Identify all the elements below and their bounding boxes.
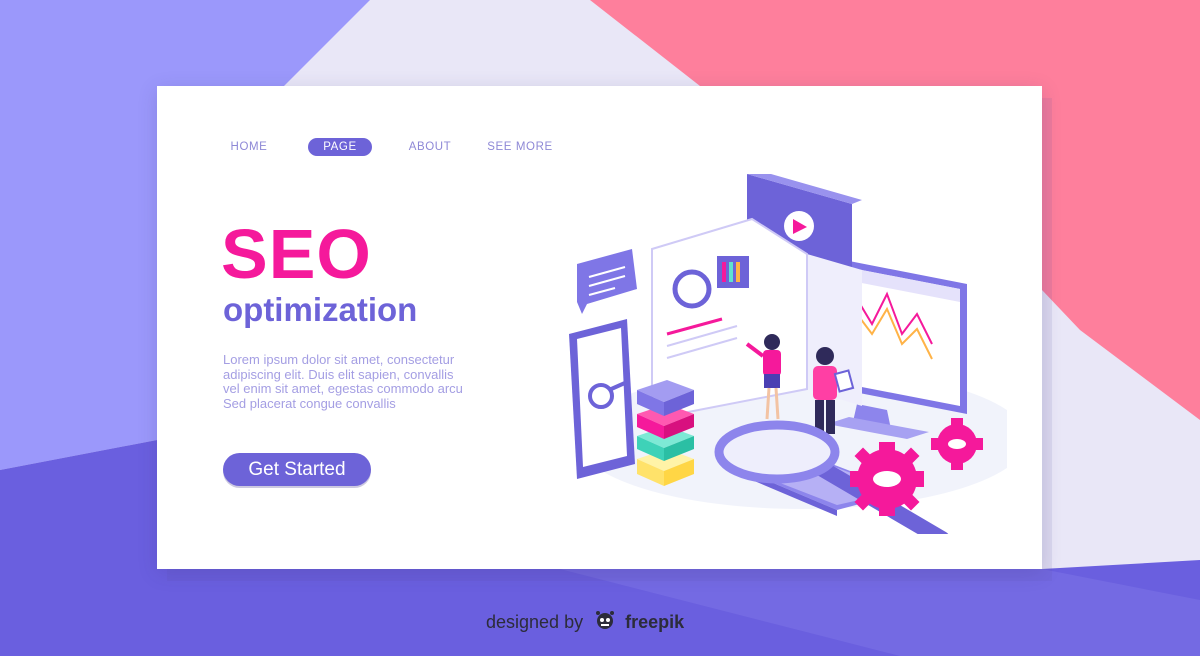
nav-item-home[interactable]: HOME (225, 138, 273, 156)
hero-subtitle: optimization (223, 291, 418, 328)
get-started-button[interactable]: Get Started (223, 453, 371, 486)
nav-item-see-more[interactable]: SEE MORE (485, 138, 555, 156)
freepik-logo-icon (594, 610, 616, 636)
gear-icon (850, 442, 924, 516)
credit-brand: freepik (625, 612, 685, 632)
body-line: vel enim sit amet, egestas commodo arcu (223, 381, 463, 397)
phone (569, 319, 635, 479)
designer-credit: designed by freepik (486, 610, 684, 634)
body-line: Lorem ipsum dolor sit amet, consectetur (223, 352, 455, 367)
seo-illustration (569, 174, 1007, 534)
landing-card: HOME PAGE ABOUT SEE MORE SEO optimizatio… (157, 86, 1042, 569)
body-line: Sed placerat congue convallis (223, 395, 396, 411)
body-line: adipiscing elit. Duis elit sapien, conva… (223, 366, 454, 382)
credit-prefix: designed by (486, 612, 584, 632)
hero-title: SEO (221, 215, 372, 293)
nav-item-page[interactable]: PAGE (308, 138, 372, 156)
nav-item-about[interactable]: ABOUT (404, 138, 456, 156)
hero-body-text: Lorem ipsum dolor sit amet, consectetur … (223, 352, 533, 411)
chat-icon (577, 249, 637, 314)
